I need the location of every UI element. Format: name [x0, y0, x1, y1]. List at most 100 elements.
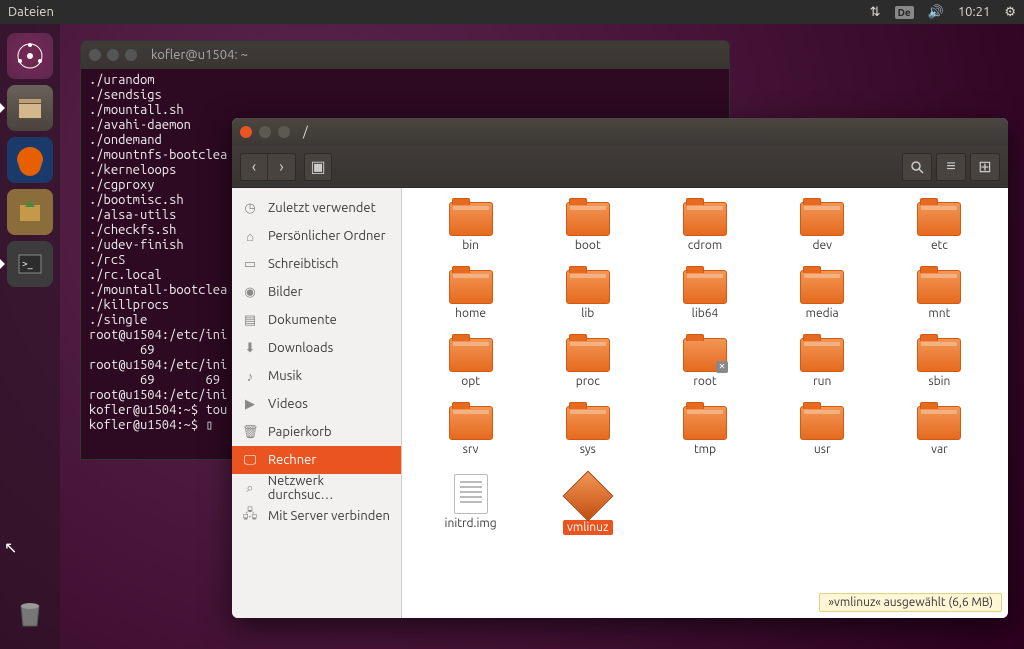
folder-icon [917, 270, 961, 304]
file-label: initrd.img [441, 516, 501, 531]
launcher-files[interactable] [7, 85, 53, 131]
maximize-icon[interactable] [278, 126, 290, 138]
sidebar-item-label: Mit Server verbinden [268, 509, 390, 523]
close-icon[interactable] [240, 126, 252, 138]
back-button[interactable]: ‹ [240, 153, 268, 181]
volume-icon[interactable]: 🔊 [928, 5, 944, 20]
launcher-trash[interactable] [7, 590, 53, 636]
folder-icon [449, 406, 493, 440]
launcher-software[interactable] [7, 189, 53, 235]
file-label: home [451, 306, 490, 321]
file-item-var[interactable]: var [881, 406, 998, 474]
folder-icon [566, 338, 610, 372]
sidebar-item-label: Netzwerk durchsuc… [268, 474, 391, 502]
camera-icon: ◉ [242, 285, 258, 300]
file-item-initrd.img[interactable]: initrd.img [412, 474, 529, 542]
launcher-terminal[interactable]: >_ [7, 241, 53, 287]
sidebar-item-label: Videos [268, 397, 308, 411]
folder-icon [800, 338, 844, 372]
file-item-proc[interactable]: proc [529, 338, 646, 406]
file-item-dev[interactable]: dev [764, 202, 881, 270]
grid-view-icon[interactable]: ⊞ [970, 153, 1000, 181]
folder-icon [566, 202, 610, 236]
file-label: run [809, 374, 835, 389]
minimize-icon[interactable] [107, 49, 119, 61]
file-label: dev [808, 238, 836, 253]
terminal-title: kofler@u1504: ~ [151, 48, 248, 62]
file-item-bin[interactable]: bin [412, 202, 529, 270]
music-icon: ♪ [242, 369, 258, 384]
file-item-home[interactable]: home [412, 270, 529, 338]
sidebar-item-rechner[interactable]: 🖵Rechner [232, 446, 401, 474]
sidebar-item-dokumente[interactable]: ▤Dokumente [232, 306, 401, 334]
file-item-run[interactable]: run [764, 338, 881, 406]
nautilus-toolbar: ‹ › ▣ ≡ ⊞ [232, 146, 1008, 188]
file-label: bin [458, 238, 483, 253]
sidebar-item-netzwerk-durchsuc-[interactable]: ⌕Netzwerk durchsuc… [232, 474, 401, 502]
file-label: mnt [924, 306, 954, 321]
keyboard-indicator[interactable]: De [895, 6, 914, 19]
file-item-lib[interactable]: lib [529, 270, 646, 338]
sidebar-item-label: Zuletzt verwendet [268, 201, 376, 215]
close-icon[interactable] [89, 49, 101, 61]
sidebar-item-label: Bilder [268, 285, 303, 299]
terminal-titlebar[interactable]: kofler@u1504: ~ [81, 41, 729, 69]
file-item-tmp[interactable]: tmp [646, 406, 763, 474]
video-icon: ▶ [242, 397, 258, 412]
sidebar-item-papierkorb[interactable]: 🗑Papierkorb [232, 418, 401, 446]
folder-icon [566, 406, 610, 440]
sidebar-item-label: Schreibtisch [268, 257, 339, 271]
sidebar-item-pers-nlicher-ordner[interactable]: ⌂Persönlicher Ordner [232, 222, 401, 250]
sidebar-item-bilder[interactable]: ◉ Bilder [232, 278, 401, 306]
clock[interactable]: 10:21 [958, 5, 991, 19]
app-menu-label[interactable]: Dateien [8, 5, 54, 19]
sidebar-item-musik[interactable]: ♪Musik [232, 362, 401, 390]
file-item-lib64[interactable]: lib64 [646, 270, 763, 338]
folder-icon [449, 338, 493, 372]
pathbar-button[interactable]: ▣ [304, 153, 332, 181]
nautilus-titlebar[interactable]: / [232, 118, 1008, 146]
sidebar-item-label: Rechner [268, 453, 316, 467]
nautilus-window[interactable]: / ‹ › ▣ ≡ ⊞ ◷ Zuletzt verwendet ⌂Persönlic… [232, 118, 1008, 618]
launcher-firefox[interactable] [7, 137, 53, 183]
search-icon[interactable] [902, 153, 932, 181]
file-item-opt[interactable]: opt [412, 338, 529, 406]
folder-icon [683, 338, 727, 372]
sidebar-item-mit-server-verbinden[interactable]: 🖧Mit Server verbinden [232, 502, 401, 530]
file-item-sbin[interactable]: sbin [881, 338, 998, 406]
file-item-cdrom[interactable]: cdrom [646, 202, 763, 270]
folder-icon [917, 338, 961, 372]
sidebar-item-downloads[interactable]: ⬇Downloads [232, 334, 401, 362]
session-icon[interactable]: ⚙ [1004, 5, 1016, 20]
folder-icon [449, 202, 493, 236]
nautilus-sidebar: ◷ Zuletzt verwendet ⌂Persönlicher Ordner▭S… [232, 188, 402, 618]
minimize-icon[interactable] [259, 126, 271, 138]
file-item-sys[interactable]: sys [529, 406, 646, 474]
file-label: tmp [690, 442, 720, 457]
status-bar: »vmlinuz« ausgewählt (6,6 MB) [819, 593, 1002, 612]
file-label: lib64 [688, 306, 723, 321]
file-item-usr[interactable]: usr [764, 406, 881, 474]
folder-icon [800, 270, 844, 304]
list-view-icon[interactable]: ≡ [936, 153, 966, 181]
clock-icon: ◷ [242, 201, 258, 216]
sidebar-item-videos[interactable]: ▶ Videos [232, 390, 401, 418]
folder-icon [683, 270, 727, 304]
file-item-mnt[interactable]: mnt [881, 270, 998, 338]
file-item-vmlinuz[interactable]: vmlinuz [529, 474, 646, 542]
down-icon: ⬇ [242, 341, 258, 356]
file-item-boot[interactable]: boot [529, 202, 646, 270]
sidebar-item-label: Papierkorb [268, 425, 332, 439]
file-item-root[interactable]: root [646, 338, 763, 406]
maximize-icon[interactable] [125, 49, 137, 61]
network-icon[interactable]: ⇅ [870, 5, 881, 20]
file-item-etc[interactable]: etc [881, 202, 998, 270]
file-item-media[interactable]: media [764, 270, 881, 338]
file-item-srv[interactable]: srv [412, 406, 529, 474]
launcher-dash[interactable] [7, 33, 53, 79]
sidebar-item-schreibtisch[interactable]: ▭Schreibtisch [232, 250, 401, 278]
nautilus-file-grid[interactable]: bin bootcdrom dev etc home lib lib64 media mnt op… [402, 188, 1008, 618]
sidebar-item-zuletzt-verwendet[interactable]: ◷ Zuletzt verwendet [232, 194, 401, 222]
forward-button[interactable]: › [268, 153, 296, 181]
folder-icon [917, 406, 961, 440]
